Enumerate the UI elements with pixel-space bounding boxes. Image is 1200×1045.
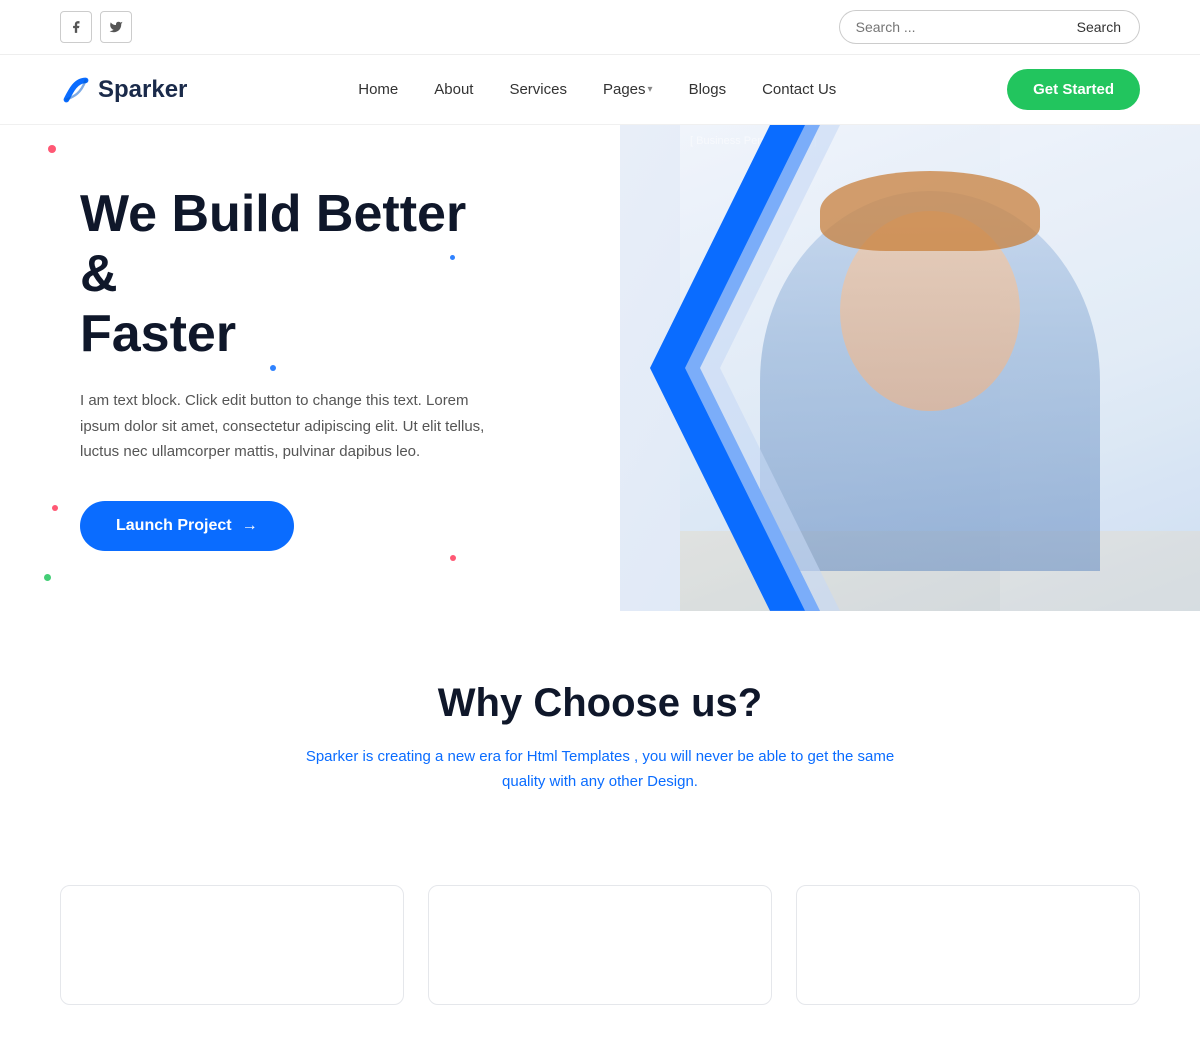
facebook-button[interactable] <box>60 11 92 43</box>
card-3 <box>796 885 1140 1005</box>
hero-content: We Build Better & Faster I am text block… <box>0 125 560 611</box>
blue-chevron-shape <box>640 125 860 611</box>
chevron-down-icon: ▾ <box>648 84 653 95</box>
logo[interactable]: Sparker <box>60 74 187 106</box>
nav-item-services[interactable]: Services <box>509 81 567 99</box>
arrow-icon: → <box>242 517 258 535</box>
search-button[interactable]: Search <box>1059 10 1140 44</box>
nav-link-services[interactable]: Services <box>509 81 567 98</box>
card-1 <box>60 885 404 1005</box>
nav-link-home[interactable]: Home <box>358 81 398 98</box>
search-input[interactable] <box>839 10 1059 44</box>
nav-item-pages[interactable]: Pages ▾ <box>603 81 653 98</box>
nav-link-pages[interactable]: Pages ▾ <box>603 81 653 98</box>
nav-item-blogs[interactable]: Blogs <box>689 81 727 99</box>
twitter-icon <box>109 20 123 34</box>
hero-body-text: I am text block. Click edit button to ch… <box>80 388 500 465</box>
nav-link-about[interactable]: About <box>434 81 473 98</box>
logo-text: Sparker <box>98 76 187 104</box>
search-bar: Search <box>839 10 1140 44</box>
nav-item-home[interactable]: Home <box>358 81 398 99</box>
nav-link-blogs[interactable]: Blogs <box>689 81 727 98</box>
cards-row <box>0 885 1200 1045</box>
why-description: Sparker is creating a new era for Html T… <box>290 744 910 795</box>
navbar: Sparker Home About Services Pages ▾ Blog… <box>0 55 1200 125</box>
social-icons <box>60 11 132 43</box>
hero-section: We Build Better & Faster I am text block… <box>0 125 1200 611</box>
facebook-icon <box>69 20 83 34</box>
top-bar: Search <box>0 0 1200 55</box>
why-title: Why Choose us? <box>60 681 1140 726</box>
hero-title: We Build Better & Faster <box>80 185 500 364</box>
nav-item-contact[interactable]: Contact Us <box>762 81 836 99</box>
card-2 <box>428 885 772 1005</box>
get-started-button[interactable]: Get Started <box>1007 69 1140 110</box>
logo-icon <box>60 74 92 106</box>
twitter-button[interactable] <box>100 11 132 43</box>
nav-link-contact[interactable]: Contact Us <box>762 81 836 98</box>
launch-project-button[interactable]: Launch Project → <box>80 501 294 551</box>
nav-item-about[interactable]: About <box>434 81 473 99</box>
nav-links: Home About Services Pages ▾ Blogs Contac… <box>358 81 836 99</box>
hero-image-area: [ Business Person Photo ] <box>580 125 1200 611</box>
why-section: Why Choose us? Sparker is creating a new… <box>0 611 1200 885</box>
